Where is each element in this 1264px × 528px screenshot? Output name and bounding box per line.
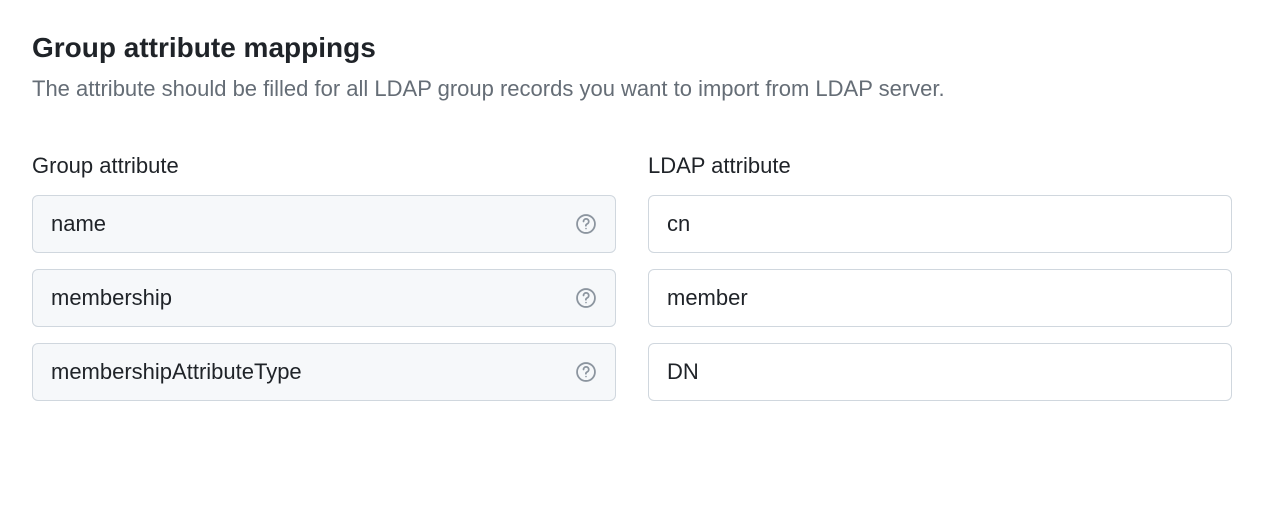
ldap-attribute-input-name[interactable] — [648, 195, 1232, 253]
help-icon[interactable] — [575, 213, 597, 235]
group-attribute-column: Group attribute name membership — [32, 153, 616, 417]
group-attribute-header: Group attribute — [32, 153, 616, 179]
ldap-attribute-input-membership-type[interactable] — [648, 343, 1232, 401]
group-attribute-membership-type: membershipAttributeType — [32, 343, 616, 401]
help-icon[interactable] — [575, 361, 597, 383]
group-attribute-membership: membership — [32, 269, 616, 327]
section-title: Group attribute mappings — [32, 32, 1232, 64]
ldap-attribute-header: LDAP attribute — [648, 153, 1232, 179]
group-attribute-label: membershipAttributeType — [51, 359, 302, 385]
group-attribute-label: membership — [51, 285, 172, 311]
section-description: The attribute should be filled for all L… — [32, 72, 1232, 105]
ldap-attribute-column: LDAP attribute — [648, 153, 1232, 417]
group-attribute-name: name — [32, 195, 616, 253]
group-attribute-label: name — [51, 211, 106, 237]
ldap-attribute-input-membership[interactable] — [648, 269, 1232, 327]
help-icon[interactable] — [575, 287, 597, 309]
